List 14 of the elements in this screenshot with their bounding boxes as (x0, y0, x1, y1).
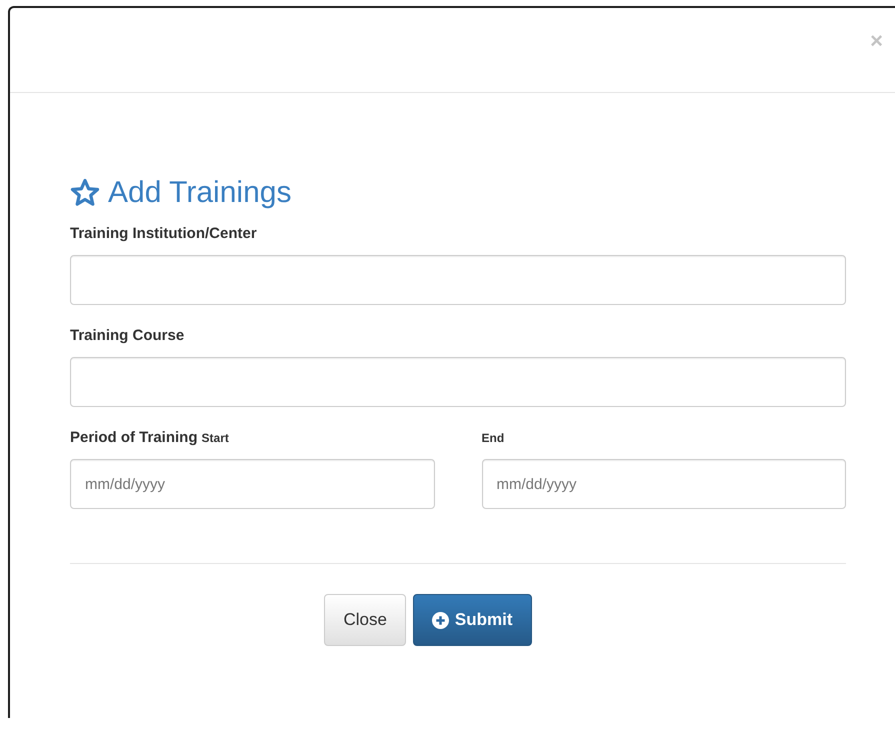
date-field[interactable]: mm/dd/yyyy (70, 459, 434, 509)
field-label: End (482, 430, 504, 447)
field-label: Start (202, 430, 229, 447)
field-label: Training Course (70, 327, 186, 345)
text-field[interactable] (70, 357, 846, 407)
close-button[interactable]: Close (324, 594, 406, 646)
date-field[interactable]: mm/dd/yyyy (482, 459, 846, 509)
field-label: Period of Training (70, 429, 198, 447)
field-label: Training Institution/Center (70, 225, 258, 243)
submit-button[interactable]: Submit (412, 594, 532, 646)
text-field[interactable] (70, 255, 846, 305)
plus-circle-icon (432, 612, 449, 628)
dialog-title: Add Trainings (108, 175, 292, 211)
star-icon (70, 178, 100, 208)
